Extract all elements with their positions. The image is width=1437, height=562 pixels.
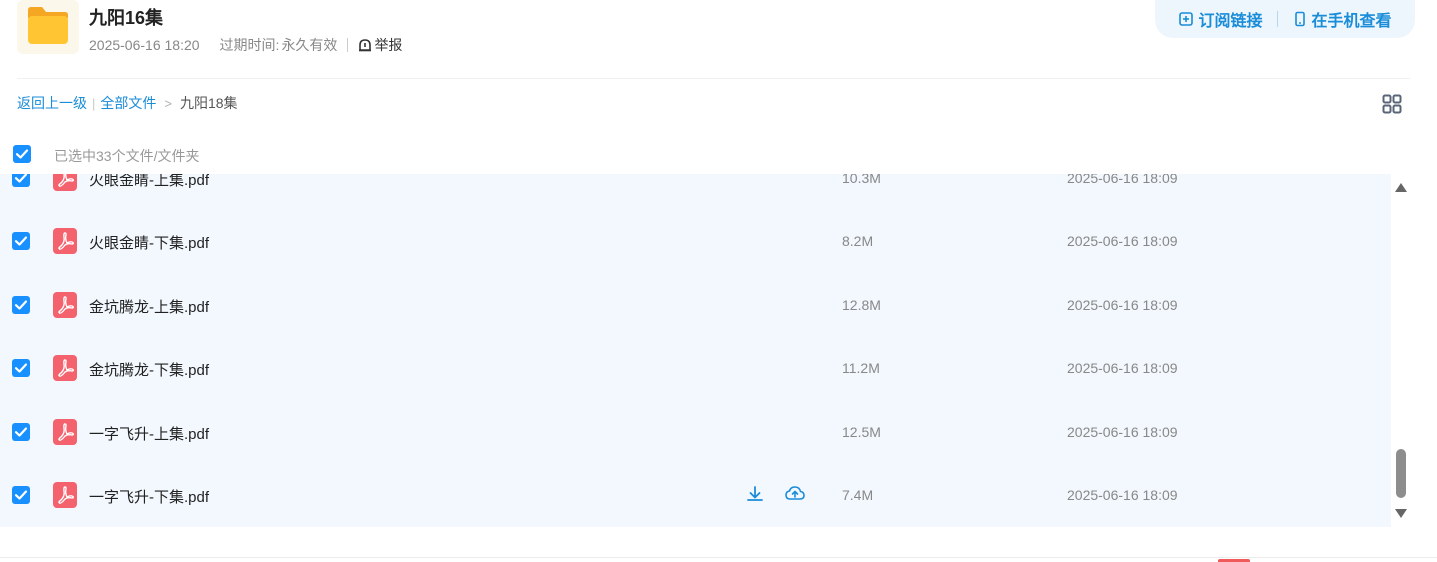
folder-icon [28,7,68,44]
pdf-icon [53,482,77,508]
back-link[interactable]: 返回上一级 [17,93,87,113]
file-size: 11.2M [842,360,880,376]
subscribe-label: 订阅链接 [1198,13,1263,30]
report-icon [359,39,372,52]
file-checkbox[interactable] [12,423,30,441]
expire-label: 过期时间: [219,37,280,53]
breadcrumb: 返回上一级 | 全部文件 > 九阳18集 [17,94,238,112]
pdf-icon [53,419,77,445]
file-row[interactable]: 金坑腾龙-上集.pdf 12.8M 2025-06-16 18:09 [0,274,1391,337]
file-size: 8.2M [842,233,874,249]
header-actions: 订阅链接 在手机查看 [1155,0,1415,38]
scroll-up-icon[interactable] [1395,183,1407,192]
file-name[interactable]: 火眼金睛-下集.pdf [89,232,209,253]
subscribe-button[interactable]: 订阅链接 [1178,7,1263,31]
view-on-mobile-button[interactable]: 在手机查看 [1292,7,1392,31]
report-link[interactable]: 举报 [358,35,402,55]
file-date: 2025-06-16 18:09 [1067,233,1178,249]
file-row[interactable]: 一字飞升-下集.pdf 7.4M 2025-06-16 18:09 [0,464,1391,527]
pdf-icon [53,292,77,318]
file-size: 7.4M [842,487,874,503]
file-name[interactable]: 火眼金睛-上集.pdf [89,174,209,190]
file-name[interactable]: 金坑腾龙-下集.pdf [89,359,209,380]
file-date: 2025-06-16 18:09 [1067,424,1178,440]
file-name[interactable]: 一字飞升-上集.pdf [89,423,209,444]
footer-divider [0,557,1437,558]
pdf-icon [53,228,77,254]
scroll-down-icon[interactable] [1395,509,1407,518]
breadcrumb-separator: | [92,95,96,111]
scrollbar[interactable] [1391,174,1411,527]
breadcrumb-current: 九阳18集 [179,95,238,111]
mobile-phone-icon [1294,11,1305,27]
file-checkbox[interactable] [12,174,30,187]
download-icon[interactable] [745,484,765,504]
file-checkbox[interactable] [12,296,30,314]
scrollbar-thumb[interactable] [1396,449,1406,498]
share-meta: 2025-06-16 18:20 过期时间: 永久有效 举报 [89,36,402,54]
file-date: 2025-06-16 18:09 [1067,174,1178,186]
file-size: 12.5M [842,424,881,440]
meta-divider [347,38,349,52]
file-name[interactable]: 一字飞升-下集.pdf [89,486,209,507]
expire-value: 永久有效 [281,37,338,53]
grid-view-icon[interactable] [1382,94,1402,114]
file-row[interactable]: 金坑腾龙-下集.pdf 11.2M 2025-06-16 18:09 [0,337,1391,400]
action-divider [1276,11,1278,27]
file-date: 2025-06-16 18:09 [1067,360,1178,376]
file-name[interactable]: 金坑腾龙-上集.pdf [89,296,209,317]
file-date: 2025-06-16 18:09 [1067,297,1178,313]
file-row[interactable]: 火眼金睛-上集.pdf 10.3M 2025-06-16 18:09 [0,174,1391,210]
subscribe-icon [1179,12,1194,26]
share-date: 2025-06-16 18:20 [89,37,200,53]
select-all-checkbox[interactable] [13,145,31,163]
file-checkbox[interactable] [12,486,30,504]
selection-count: 已选中33个文件/文件夹 [54,148,200,164]
file-size: 10.3M [842,174,881,186]
breadcrumb-arrow: > [164,95,172,111]
pdf-icon [53,174,77,191]
file-checkbox[interactable] [12,232,30,250]
all-files-link[interactable]: 全部文件 [100,93,156,113]
report-label: 举报 [374,37,403,53]
cloud-upload-icon[interactable] [784,483,806,503]
mobile-label: 在手机查看 [1311,13,1392,30]
folder-thumbnail [17,0,79,54]
header-divider [17,78,1410,79]
file-row[interactable]: 一字飞升-上集.pdf 12.5M 2025-06-16 18:09 [0,401,1391,464]
pdf-icon [53,355,77,381]
file-date: 2025-06-16 18:09 [1067,487,1178,503]
share-title: 九阳16集 [89,8,164,28]
file-size: 12.8M [842,297,881,313]
file-row[interactable]: 火眼金睛-下集.pdf 8.2M 2025-06-16 18:09 [0,210,1391,273]
file-checkbox[interactable] [12,359,30,377]
file-list: 火眼金睛-上集.pdf 10.3M 2025-06-16 18:09 火眼金睛-下集.… [0,174,1391,527]
